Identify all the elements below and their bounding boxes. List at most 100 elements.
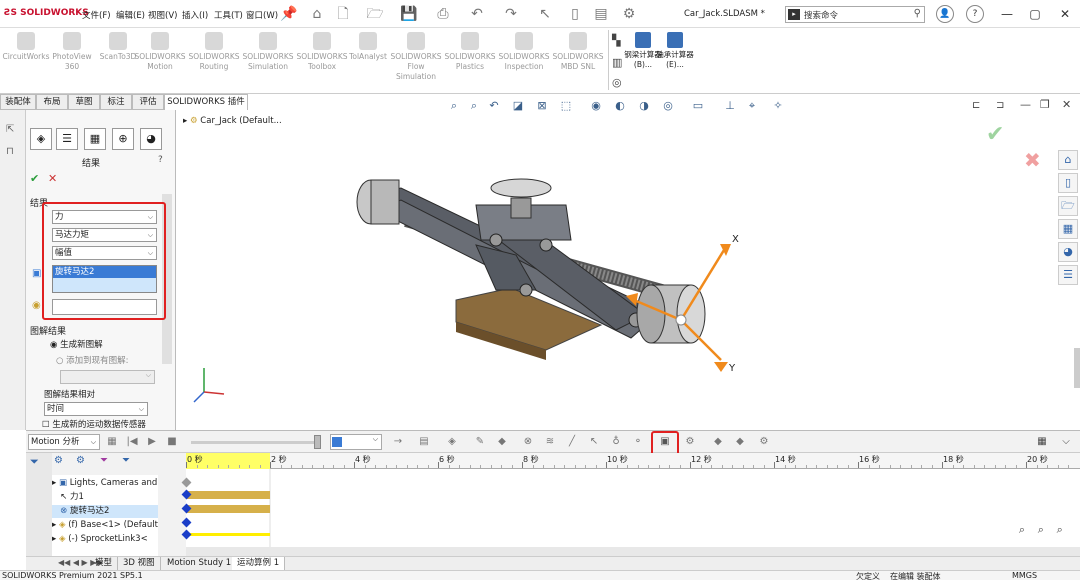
beam-small-icon[interactable]: ▥ bbox=[612, 56, 622, 69]
appearances-icon[interactable]: ◕ bbox=[1058, 242, 1078, 262]
addin-tolanalyst[interactable]: TolAnalyst bbox=[342, 32, 394, 62]
zoom-area-icon[interactable]: ⌕ bbox=[466, 98, 482, 114]
help-icon[interactable]: ? bbox=[966, 5, 984, 23]
calculate-icon[interactable]: ▦ bbox=[104, 434, 120, 450]
addin-plastics[interactable]: SOLIDWORKS Plastics bbox=[444, 32, 496, 72]
task-pane-handle[interactable] bbox=[1074, 348, 1080, 388]
feature-tree-icon[interactable]: ◈ bbox=[30, 128, 52, 150]
addin-circuitworks[interactable]: CircuitWorks bbox=[0, 32, 52, 62]
options-gear-icon[interactable]: ⚙ bbox=[620, 5, 638, 23]
chevron-down-icon[interactable]: ⌵ bbox=[1058, 434, 1074, 450]
move-icon[interactable]: ⇱ bbox=[6, 124, 14, 135]
filter-animated-icon[interactable]: ⚙ bbox=[54, 455, 63, 466]
file-explorer-icon[interactable]: 🗁 bbox=[1058, 196, 1078, 216]
doc-restore-icon[interactable]: ❐ bbox=[1040, 98, 1050, 111]
split-view2-icon[interactable]: ⊐ bbox=[996, 100, 1004, 111]
addin-simulation[interactable]: SOLIDWORKS Simulation bbox=[242, 32, 294, 72]
menu-window[interactable]: 窗口(W) bbox=[246, 9, 278, 21]
addin-mbd[interactable]: SOLIDWORKS MBD SNL bbox=[552, 32, 604, 72]
previous-view-icon[interactable]: ↶ bbox=[486, 98, 502, 114]
addin-motion[interactable]: SOLIDWORKS Motion bbox=[134, 32, 186, 72]
display-manager-icon[interactable]: ◕ bbox=[140, 128, 162, 150]
toolbox-small-icon[interactable]: ▚ bbox=[612, 34, 620, 47]
stop-icon[interactable]: ■ bbox=[164, 434, 180, 450]
collapse-motion-icon[interactable]: ▦ bbox=[1034, 434, 1050, 450]
menu-insert[interactable]: 插入(I) bbox=[182, 9, 208, 21]
pin-icon[interactable]: 📌 bbox=[280, 5, 298, 23]
filter-selected-icon[interactable]: ⏷ bbox=[100, 455, 108, 466]
play-icon[interactable]: ▶ bbox=[144, 434, 160, 450]
resources-home-icon[interactable]: ⌂ bbox=[1058, 150, 1078, 170]
search-input[interactable]: ▸ 搜索命令 ⚲ bbox=[785, 6, 925, 23]
new-file-icon[interactable]: 🗋 bbox=[334, 5, 352, 23]
menu-view[interactable]: 视图(V) bbox=[148, 9, 177, 21]
save-icon[interactable]: 💾 bbox=[400, 5, 418, 23]
gravity-icon[interactable]: ⚬ bbox=[630, 434, 646, 450]
addin-photoview[interactable]: PhotoView 360 bbox=[46, 32, 98, 72]
bearing-small-icon[interactable]: ◎ bbox=[612, 76, 622, 89]
zoom-to-fit-icon[interactable]: ⌕ bbox=[1014, 522, 1030, 538]
measure-icon[interactable]: ⌖ bbox=[744, 98, 760, 114]
tab-motion-study-1[interactable]: Motion Study 1 bbox=[162, 557, 238, 570]
radio-new-plot[interactable]: ◉ 生成新图解 bbox=[50, 338, 103, 350]
graphics-area[interactable]: ▸ ⚙ Car_Jack (Default... X Y ✔ ✖ bbox=[176, 110, 1080, 430]
display-style-icon[interactable]: ◉ bbox=[588, 98, 604, 114]
autokey-icon[interactable]: ✎ bbox=[472, 434, 488, 450]
help-icon[interactable]: ? bbox=[158, 155, 163, 165]
tab-3d-view[interactable]: 3D 视图 bbox=[118, 557, 161, 570]
config-manager-icon[interactable]: ▦ bbox=[84, 128, 106, 150]
doc-close-icon[interactable]: ✕ bbox=[1062, 98, 1071, 111]
ok-button[interactable]: ✔ bbox=[30, 172, 39, 185]
close-icon[interactable]: ✕ bbox=[1054, 4, 1076, 24]
user-icon[interactable]: 👤 bbox=[936, 5, 954, 23]
add-key-icon[interactable]: ◆ bbox=[494, 434, 510, 450]
split-view-icon[interactable]: ⊏ bbox=[972, 100, 980, 111]
time-select[interactable]: 时间 ⌵ bbox=[44, 402, 148, 416]
slider-knob[interactable] bbox=[314, 435, 321, 449]
custom-properties-icon[interactable]: ☰ bbox=[1058, 265, 1078, 285]
apply-scene-icon[interactable]: ◎ bbox=[660, 98, 676, 114]
view-settings-icon[interactable]: ▭ bbox=[690, 98, 706, 114]
filter-icon[interactable]: ⏷ bbox=[30, 455, 39, 469]
zoom-in-icon[interactable]: ⌕ bbox=[1033, 522, 1049, 538]
search-icon[interactable]: ⚲ bbox=[914, 8, 921, 19]
motor-icon[interactable]: ⊗ bbox=[520, 434, 536, 450]
spring-icon[interactable]: ≋ bbox=[542, 434, 558, 450]
filter-driving-icon[interactable]: ⚙ bbox=[76, 455, 85, 466]
tree-scrollbar[interactable] bbox=[158, 453, 186, 559]
zoom-out-icon[interactable]: ⌕ bbox=[1052, 522, 1068, 538]
redo-icon[interactable]: ↷ bbox=[502, 5, 520, 23]
sprocket-keybar[interactable] bbox=[186, 533, 270, 536]
tab-assembly[interactable]: 装配体 bbox=[0, 94, 36, 110]
addin-toolbox[interactable]: SOLIDWORKS Toolbox bbox=[296, 32, 348, 72]
menu-file[interactable]: 文件(F) bbox=[82, 9, 111, 21]
confirm-check-icon[interactable]: ✔ bbox=[986, 122, 1004, 147]
existing-plot-select[interactable]: ⌵ bbox=[60, 370, 155, 384]
view-palette-icon[interactable]: ▦ bbox=[1058, 219, 1078, 239]
undo-icon[interactable]: ↶ bbox=[468, 5, 486, 23]
home-icon[interactable]: ⌂ bbox=[308, 5, 326, 23]
open-icon[interactable]: 🗁 bbox=[366, 5, 384, 23]
playback-mode-icon[interactable]: → bbox=[390, 434, 406, 450]
tab-markup[interactable]: 标注 bbox=[100, 94, 132, 110]
sketch-icon[interactable]: ⊓ bbox=[6, 146, 14, 157]
motor-keybar[interactable] bbox=[186, 505, 270, 513]
simulation-setup-icon[interactable]: ◆ bbox=[710, 434, 726, 450]
bearing-calculator-button[interactable]: 轴承计算器 (E)... bbox=[656, 32, 694, 70]
menu-tools[interactable]: 工具(T) bbox=[214, 9, 243, 21]
tab-evaluate[interactable]: 评估 bbox=[132, 94, 164, 110]
force-keybar[interactable] bbox=[186, 491, 270, 499]
tab-sketch[interactable]: 草图 bbox=[68, 94, 100, 110]
doc-minimize-icon[interactable]: — bbox=[1020, 98, 1031, 111]
force-icon[interactable]: ↖ bbox=[586, 434, 602, 450]
addin-routing[interactable]: SOLIDWORKS Routing bbox=[188, 32, 240, 72]
zoom-fit-icon[interactable]: ⌕ bbox=[446, 98, 462, 114]
motion-study-properties-icon[interactable]: ⚙ bbox=[682, 434, 698, 450]
confirm-cancel-icon[interactable]: ✖ bbox=[1024, 148, 1041, 172]
timeline[interactable]: 0 秒 2 秒 4 秒 6 秒 8 秒 10 秒 12 秒 14 秒 16 秒 18 秒 20 秒 bbox=[181, 453, 1080, 559]
design-library-icon[interactable]: ▯ bbox=[1058, 173, 1078, 193]
play-from-start-icon[interactable]: |◀ bbox=[124, 434, 140, 450]
filter-results-icon[interactable]: ⏷ bbox=[122, 455, 130, 466]
tab-motion-study-cn[interactable]: 运动算例 1 bbox=[232, 557, 286, 570]
dynamic-annotation-icon[interactable]: ⊠ bbox=[534, 98, 550, 114]
